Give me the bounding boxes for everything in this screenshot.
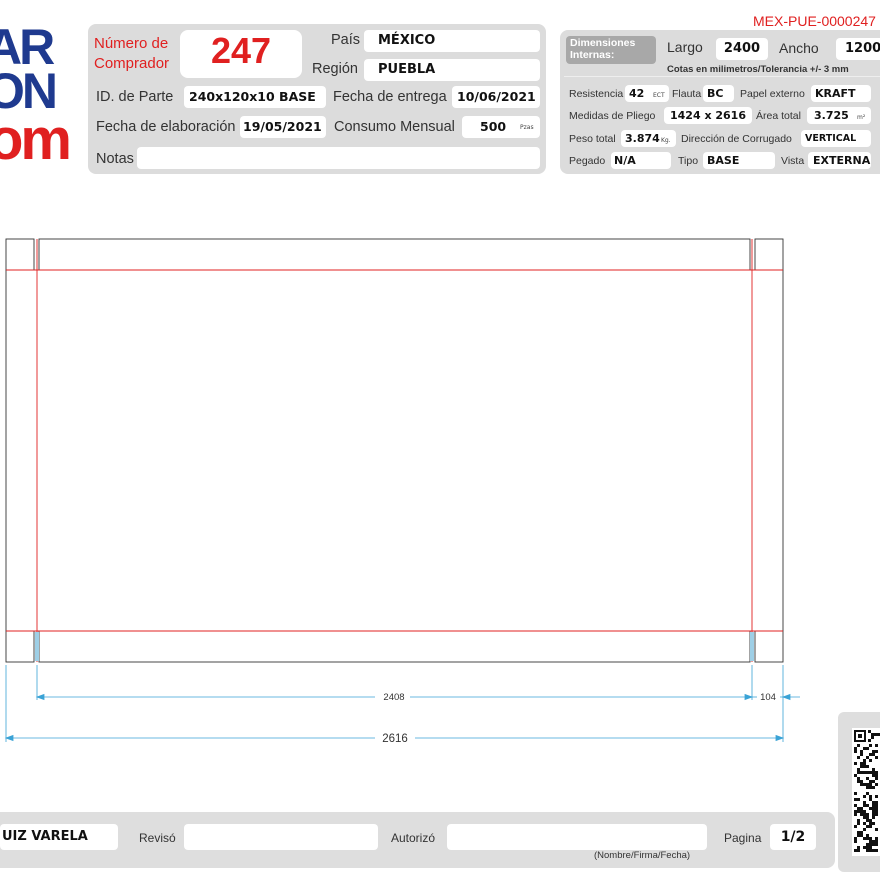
type-field[interactable]: BASE — [703, 152, 775, 169]
page-number-field: 1/2 — [770, 824, 816, 850]
qr-code-icon — [852, 728, 880, 856]
sheet-size-field[interactable]: 1424 x 2616 — [664, 107, 752, 124]
resistance-unit: ECT — [653, 92, 665, 99]
dimension-inner-label: 2408 — [383, 692, 404, 703]
outer-paper-field[interactable]: KRAFT — [811, 85, 871, 102]
elaboration-date-label: Fecha de elaboración — [96, 119, 236, 135]
sheet-size-label: Medidas de Pliego — [569, 110, 656, 122]
right-bottom-flap — [754, 630, 784, 663]
glued-field[interactable]: N/A — [611, 152, 671, 169]
internal-dimensions-label-1: Dimensiones — [570, 37, 636, 49]
notes-field[interactable] — [137, 147, 540, 169]
reviewed-label: Revisó — [139, 831, 176, 845]
signature-note: (Nombre/Firma/Fecha) — [594, 850, 691, 861]
total-weight-value: 3.874 — [625, 132, 660, 145]
total-area-value: 3.725 — [814, 109, 849, 122]
buyer-number-label-2: Comprador — [94, 55, 170, 72]
delivery-date-label: Fecha de entrega — [333, 89, 447, 105]
elaboration-date-field[interactable]: 19/05/2021 — [240, 116, 326, 138]
flute-field[interactable]: BC — [703, 85, 734, 102]
slot-mark-right — [750, 632, 754, 661]
top-flap — [38, 238, 751, 271]
left-top-flap — [5, 238, 35, 271]
buyer-number-label-1: Número de — [94, 35, 169, 52]
corrugation-direction-field[interactable]: VERTICAL — [801, 130, 871, 147]
dimension-lines — [4, 665, 800, 742]
resistance-field[interactable]: 42 ECT — [625, 85, 669, 102]
slot-mark-left — [35, 632, 39, 661]
cut-lines — [5, 238, 784, 663]
left-bottom-flap — [5, 630, 35, 663]
total-weight-unit: Kg. — [661, 137, 671, 144]
flute-label: Flauta — [672, 88, 702, 100]
total-area-label: Área total — [756, 110, 801, 122]
authorized-field[interactable] — [447, 824, 707, 850]
company-logo: AR ON om — [0, 24, 74, 174]
width-label: Ancho — [779, 40, 819, 56]
resistance-label: Resistencia — [569, 88, 624, 100]
dimension-flap-label: 104 — [760, 692, 776, 703]
part-id-label: ID. de Parte — [96, 89, 174, 105]
view-label: Vista — [781, 155, 805, 167]
specs-divider — [564, 76, 880, 77]
monthly-consumption-unit: Pzas — [520, 124, 534, 131]
box-blank-drawing: 2408 104 2616 — [4, 238, 800, 745]
part-id-field[interactable]: 240x120x10 BASE — [184, 86, 326, 108]
total-weight-field[interactable]: 3.874 Kg. — [621, 130, 676, 147]
monthly-consumption-label: Consumo Mensual — [334, 119, 455, 135]
view-field[interactable]: EXTERNA — [808, 152, 871, 169]
buyer-number: 247 — [180, 30, 302, 78]
monthly-consumption-field[interactable]: 500 Pzas — [462, 116, 540, 138]
length-field[interactable]: 2400 — [716, 38, 768, 60]
document-code: MEX-PUE-0000247 — [753, 13, 876, 29]
delivery-date-field[interactable]: 10/06/2021 — [452, 86, 540, 108]
resistance-value: 42 — [629, 87, 645, 100]
total-area-unit: m² — [857, 114, 866, 121]
right-top-flap — [754, 238, 784, 271]
total-weight-label: Peso total — [569, 133, 616, 145]
fold-lines — [6, 239, 783, 662]
country-label: País — [331, 32, 361, 48]
type-label: Tipo — [678, 155, 699, 167]
bottom-flap — [38, 630, 751, 663]
tolerance-note: Cotas en milimetros/Tolerancia +/- 3 mm — [667, 64, 849, 75]
glued-label: Pegado — [569, 155, 606, 167]
total-area-field[interactable]: 3.725 m² — [807, 107, 871, 124]
width-field[interactable]: 1200 — [836, 38, 880, 60]
region-field[interactable]: PUEBLA — [364, 59, 540, 81]
region-label: Región — [312, 61, 358, 77]
designer-field[interactable]: UIZ VARELA — [0, 824, 118, 850]
country-field[interactable]: MÉXICO — [364, 30, 540, 52]
length-label: Largo — [667, 39, 703, 55]
monthly-consumption-value: 500 — [480, 119, 507, 134]
corrugation-direction-label: Dirección de Corrugado — [681, 133, 792, 145]
dimension-total-label: 2616 — [382, 733, 408, 745]
reviewed-field[interactable] — [184, 824, 378, 850]
internal-dimensions-label-2: Internas: — [570, 49, 615, 61]
authorized-label: Autorizó — [391, 831, 436, 845]
page-label: Pagina — [724, 831, 762, 845]
notes-label: Notas — [96, 151, 134, 167]
outer-paper-label: Papel externo — [740, 88, 805, 100]
logo-line-3: om — [0, 107, 72, 172]
